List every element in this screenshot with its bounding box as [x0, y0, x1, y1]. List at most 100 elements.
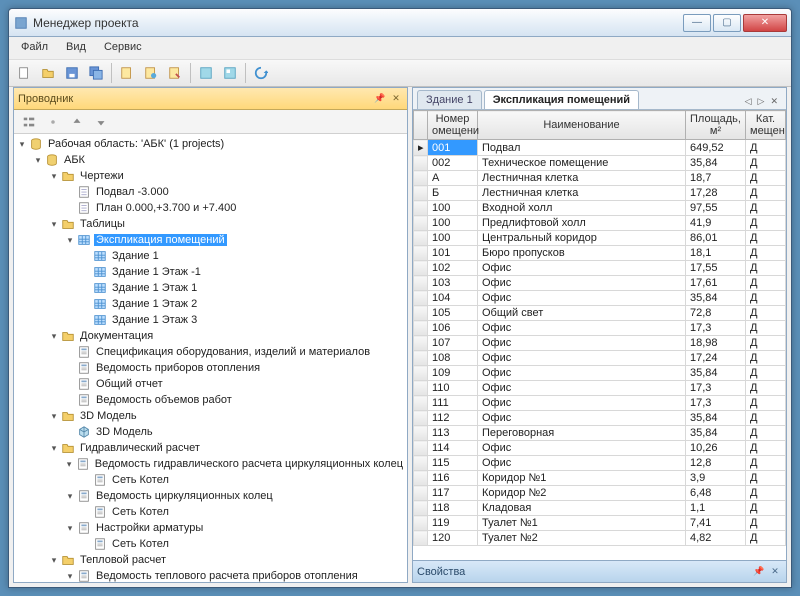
- tree-node[interactable]: ▾Гидравлический расчет: [16, 440, 405, 456]
- tree-node-label[interactable]: Здание 1 Этаж -1: [110, 266, 203, 278]
- cell-number[interactable]: 107: [428, 336, 478, 351]
- expand-toggle-icon[interactable]: ▾: [63, 459, 75, 470]
- menu-view[interactable]: Вид: [58, 39, 94, 57]
- tb-save-icon[interactable]: [61, 62, 83, 84]
- cell-number[interactable]: 118: [428, 501, 478, 516]
- cell-name[interactable]: Общий свет: [478, 306, 686, 321]
- tree-node-label[interactable]: Здание 1 Этаж 2: [110, 298, 199, 310]
- tree-node[interactable]: ▾3D Модель: [16, 408, 405, 424]
- tree-node[interactable]: ▾АБК: [16, 152, 405, 168]
- cell-number[interactable]: 116: [428, 471, 478, 486]
- cell-area[interactable]: 17,3: [686, 321, 746, 336]
- tb-tool2-icon[interactable]: [219, 62, 241, 84]
- cell-number[interactable]: 100: [428, 201, 478, 216]
- menu-service[interactable]: Сервис: [96, 39, 150, 57]
- tree-node[interactable]: Здание 1 Этаж 1: [16, 280, 405, 296]
- tree-down-icon[interactable]: [90, 111, 112, 133]
- cell-number[interactable]: 104: [428, 291, 478, 306]
- cell-area[interactable]: 17,24: [686, 351, 746, 366]
- explorer-header[interactable]: Проводник 📌 ✕: [14, 88, 407, 110]
- cell-name[interactable]: Коридор №2: [478, 486, 686, 501]
- tab-explication[interactable]: Экспликация помещений: [484, 90, 639, 109]
- table-row[interactable]: 118Кладовая1,1Д: [414, 501, 786, 516]
- tree-node[interactable]: Сеть Котел: [16, 472, 405, 488]
- cell-category[interactable]: Д: [746, 216, 786, 231]
- cell-number[interactable]: 100: [428, 216, 478, 231]
- cell-name[interactable]: Кладовая: [478, 501, 686, 516]
- col-rowheader[interactable]: [414, 111, 428, 140]
- tree-node-label[interactable]: Тепловой расчет: [78, 554, 168, 566]
- close-button[interactable]: ✕: [743, 14, 787, 32]
- expand-toggle-icon[interactable]: ▾: [64, 571, 76, 582]
- cell-category[interactable]: Д: [746, 186, 786, 201]
- tree-node-label[interactable]: Настройки арматуры: [94, 522, 205, 534]
- cell-number[interactable]: Б: [428, 186, 478, 201]
- cell-number[interactable]: 113: [428, 426, 478, 441]
- menu-file[interactable]: Файл: [13, 39, 56, 57]
- tree-node[interactable]: ▾Ведомость циркуляционных колец: [16, 488, 405, 504]
- col-category[interactable]: Кат. мещен: [746, 111, 786, 140]
- cell-number[interactable]: 119: [428, 516, 478, 531]
- cell-number[interactable]: 103: [428, 276, 478, 291]
- table-row[interactable]: 112Офис35,84Д: [414, 411, 786, 426]
- cell-category[interactable]: Д: [746, 426, 786, 441]
- col-number[interactable]: Номер омещени: [428, 111, 478, 140]
- cell-area[interactable]: 7,41: [686, 516, 746, 531]
- cell-name[interactable]: Переговорная: [478, 426, 686, 441]
- tree-node-label[interactable]: Ведомость объемов работ: [94, 394, 234, 406]
- cell-area[interactable]: 18,1: [686, 246, 746, 261]
- col-name[interactable]: Наименование: [478, 111, 686, 140]
- tree-node[interactable]: ▾ Тепловой расчет: [16, 552, 405, 568]
- tree-node-label[interactable]: Ведомость приборов отопления: [94, 362, 262, 374]
- expand-toggle-icon[interactable]: ▾: [64, 523, 76, 534]
- table-row[interactable]: 107Офис18,98Д: [414, 336, 786, 351]
- tab-close-icon[interactable]: ✕: [768, 94, 780, 109]
- cell-name[interactable]: Бюро пропусков: [478, 246, 686, 261]
- cell-area[interactable]: 35,84: [686, 291, 746, 306]
- table-row[interactable]: 108Офис17,24Д: [414, 351, 786, 366]
- tab-next-icon[interactable]: ▷: [756, 94, 767, 109]
- cell-area[interactable]: 35,84: [686, 426, 746, 441]
- tree-node[interactable]: Здание 1 Этаж 2: [16, 296, 405, 312]
- tree-node[interactable]: Общий отчет: [16, 376, 405, 392]
- cell-category[interactable]: Д: [746, 486, 786, 501]
- tb-page2-icon[interactable]: [140, 62, 162, 84]
- tree-node-label[interactable]: Чертежи: [78, 170, 126, 182]
- tree-node-label[interactable]: Общий отчет: [94, 378, 165, 390]
- tree-node[interactable]: План 0.000,+3.700 и +7.400: [16, 200, 405, 216]
- cell-area[interactable]: 6,48: [686, 486, 746, 501]
- table-row[interactable]: 002Техническое помещение35,84Д: [414, 156, 786, 171]
- table-row[interactable]: 117Коридор №26,48Д: [414, 486, 786, 501]
- cell-category[interactable]: Д: [746, 501, 786, 516]
- tree-node-label[interactable]: Сеть Котел: [110, 506, 171, 518]
- cell-name[interactable]: Предлифтовой холл: [478, 216, 686, 231]
- cell-number[interactable]: 102: [428, 261, 478, 276]
- tree-node[interactable]: Спецификация оборудования, изделий и мат…: [16, 344, 405, 360]
- tree-view[interactable]: ▾Рабочая область: 'АБК' (1 projects)▾АБК…: [14, 134, 407, 582]
- cell-number[interactable]: 106: [428, 321, 478, 336]
- tb-refresh-icon[interactable]: [250, 62, 272, 84]
- table-row[interactable]: ▸001Подвал649,52Д: [414, 140, 786, 156]
- cell-name[interactable]: Офис: [478, 396, 686, 411]
- tree-node-label[interactable]: Сеть Котел: [110, 538, 171, 550]
- tree-node-label[interactable]: Подвал -3.000: [94, 186, 171, 198]
- cell-category[interactable]: Д: [746, 381, 786, 396]
- cell-area[interactable]: 1,1: [686, 501, 746, 516]
- maximize-button[interactable]: ▢: [713, 14, 741, 32]
- tree-node-label[interactable]: Ведомость теплового расчета приборов ото…: [94, 570, 360, 582]
- cell-area[interactable]: 17,28: [686, 186, 746, 201]
- pin-icon[interactable]: 📌: [373, 92, 387, 106]
- cell-name[interactable]: Офис: [478, 411, 686, 426]
- expand-toggle-icon[interactable]: ▾: [48, 555, 60, 566]
- cell-area[interactable]: 72,8: [686, 306, 746, 321]
- tree-node[interactable]: Здание 1 Этаж 3: [16, 312, 405, 328]
- cell-name[interactable]: Офис: [478, 351, 686, 366]
- cell-area[interactable]: 18,98: [686, 336, 746, 351]
- tree-node-label[interactable]: Здание 1 Этаж 1: [110, 282, 199, 294]
- table-row[interactable]: 100Предлифтовой холл41,9Д: [414, 216, 786, 231]
- cell-name[interactable]: Туалет №1: [478, 516, 686, 531]
- cell-category[interactable]: Д: [746, 366, 786, 381]
- cell-category[interactable]: Д: [746, 140, 786, 156]
- tb-page3-icon[interactable]: [164, 62, 186, 84]
- expand-toggle-icon[interactable]: ▾: [48, 219, 60, 230]
